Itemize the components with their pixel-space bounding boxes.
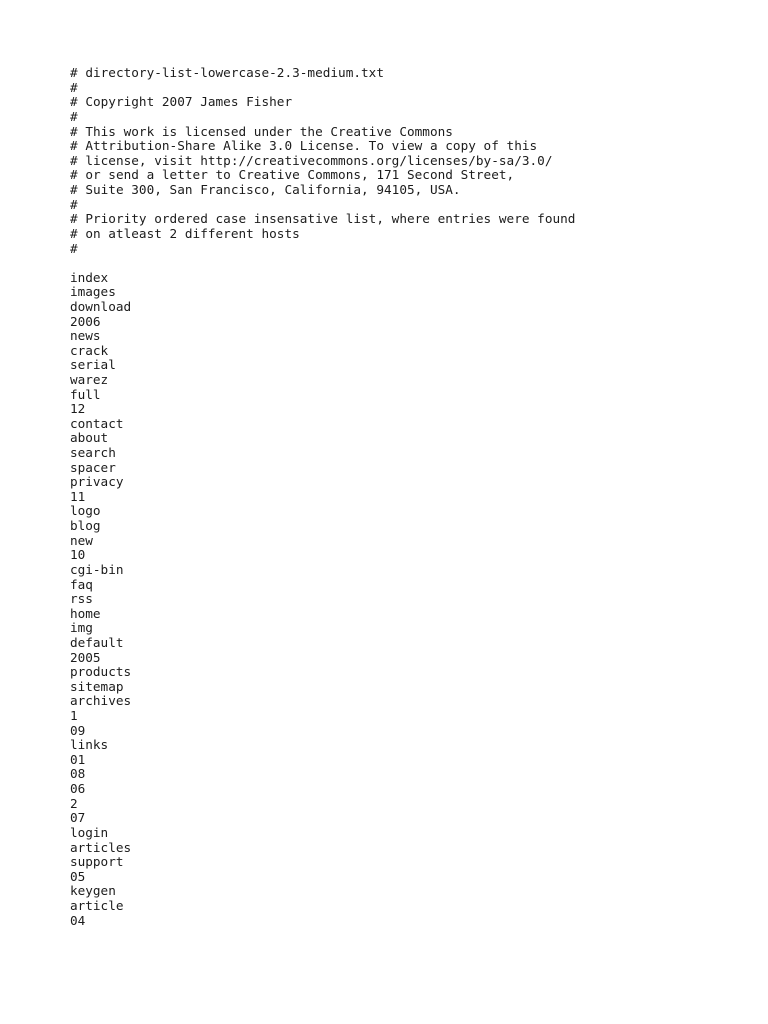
wordlist-entry: full — [70, 386, 101, 402]
wordlist-entry: 2 — [70, 795, 78, 811]
wordlist-entry: article — [70, 897, 124, 913]
wordlist-entry: 1 — [70, 708, 78, 724]
wordlist-entry: privacy — [70, 474, 124, 490]
wordlist-entry: serial — [70, 357, 116, 373]
wordlist-entry: about — [70, 430, 109, 446]
document-page: # directory-list-lowercase-2.3-medium.tx… — [0, 0, 768, 1024]
wordlist-entry: images — [70, 284, 116, 300]
wordlist-entry: links — [70, 737, 109, 753]
wordlist-entry: new — [70, 532, 93, 548]
wordlist-entry: 11 — [70, 488, 86, 504]
document-text-layer: # directory-list-lowercase-2.3-medium.tx… — [70, 65, 730, 928]
wordlist-entry: home — [70, 605, 101, 621]
wordlist-entry: warez — [70, 372, 109, 387]
wordlist-entry: 2006 — [70, 313, 101, 329]
wordlist-entry: search — [70, 445, 116, 461]
wordlist-entry: 12 — [70, 401, 86, 417]
wordlist-entry: login — [70, 824, 109, 840]
wordlist-entry: 09 — [70, 722, 86, 738]
wordlist-entry: support — [70, 854, 124, 870]
wordlist-entry: default — [70, 634, 124, 650]
wordlist-entry: cgi-bin — [70, 561, 124, 577]
wordlist-entry: blog — [70, 518, 101, 534]
wordlist-entry: download — [70, 298, 132, 314]
wordlist-entry: faq — [70, 576, 93, 592]
wordlist-entry: index — [70, 269, 109, 285]
wordlist-entry: news — [70, 328, 101, 344]
blank-separator-line — [70, 256, 730, 271]
wordlist-entry: contact — [70, 415, 124, 431]
wordlist-entry: crack — [70, 342, 109, 358]
wordlist-entry: archives — [70, 693, 132, 709]
wordlist-entry: keygen — [70, 883, 116, 899]
wordlist-entry: 06 — [70, 781, 86, 797]
wordlist-entry: 10 — [70, 547, 86, 563]
wordlist-entry: products — [70, 664, 132, 680]
wordlist-entry: 05 — [70, 868, 86, 884]
wordlist-entry: spacer — [70, 459, 116, 475]
wordlist-entry: 01 — [70, 751, 86, 767]
license-header-block: # directory-list-lowercase-2.3-medium.tx… — [70, 65, 576, 256]
wordlist-entry: 07 — [70, 810, 86, 826]
wordlist-entry: logo — [70, 503, 101, 519]
wordlist-entry: rss — [70, 591, 93, 607]
wordlist-entry: 04 — [70, 912, 86, 928]
wordlist-entry: img — [70, 620, 93, 636]
wordlist-entry: articles — [70, 839, 132, 855]
wordlist-entry: 08 — [70, 766, 86, 782]
wordlist-entry: sitemap — [70, 678, 124, 694]
wordlist-entries: index images download 2006 news crack serial wa… — [70, 269, 730, 928]
wordlist-entry: 2005 — [70, 649, 101, 665]
